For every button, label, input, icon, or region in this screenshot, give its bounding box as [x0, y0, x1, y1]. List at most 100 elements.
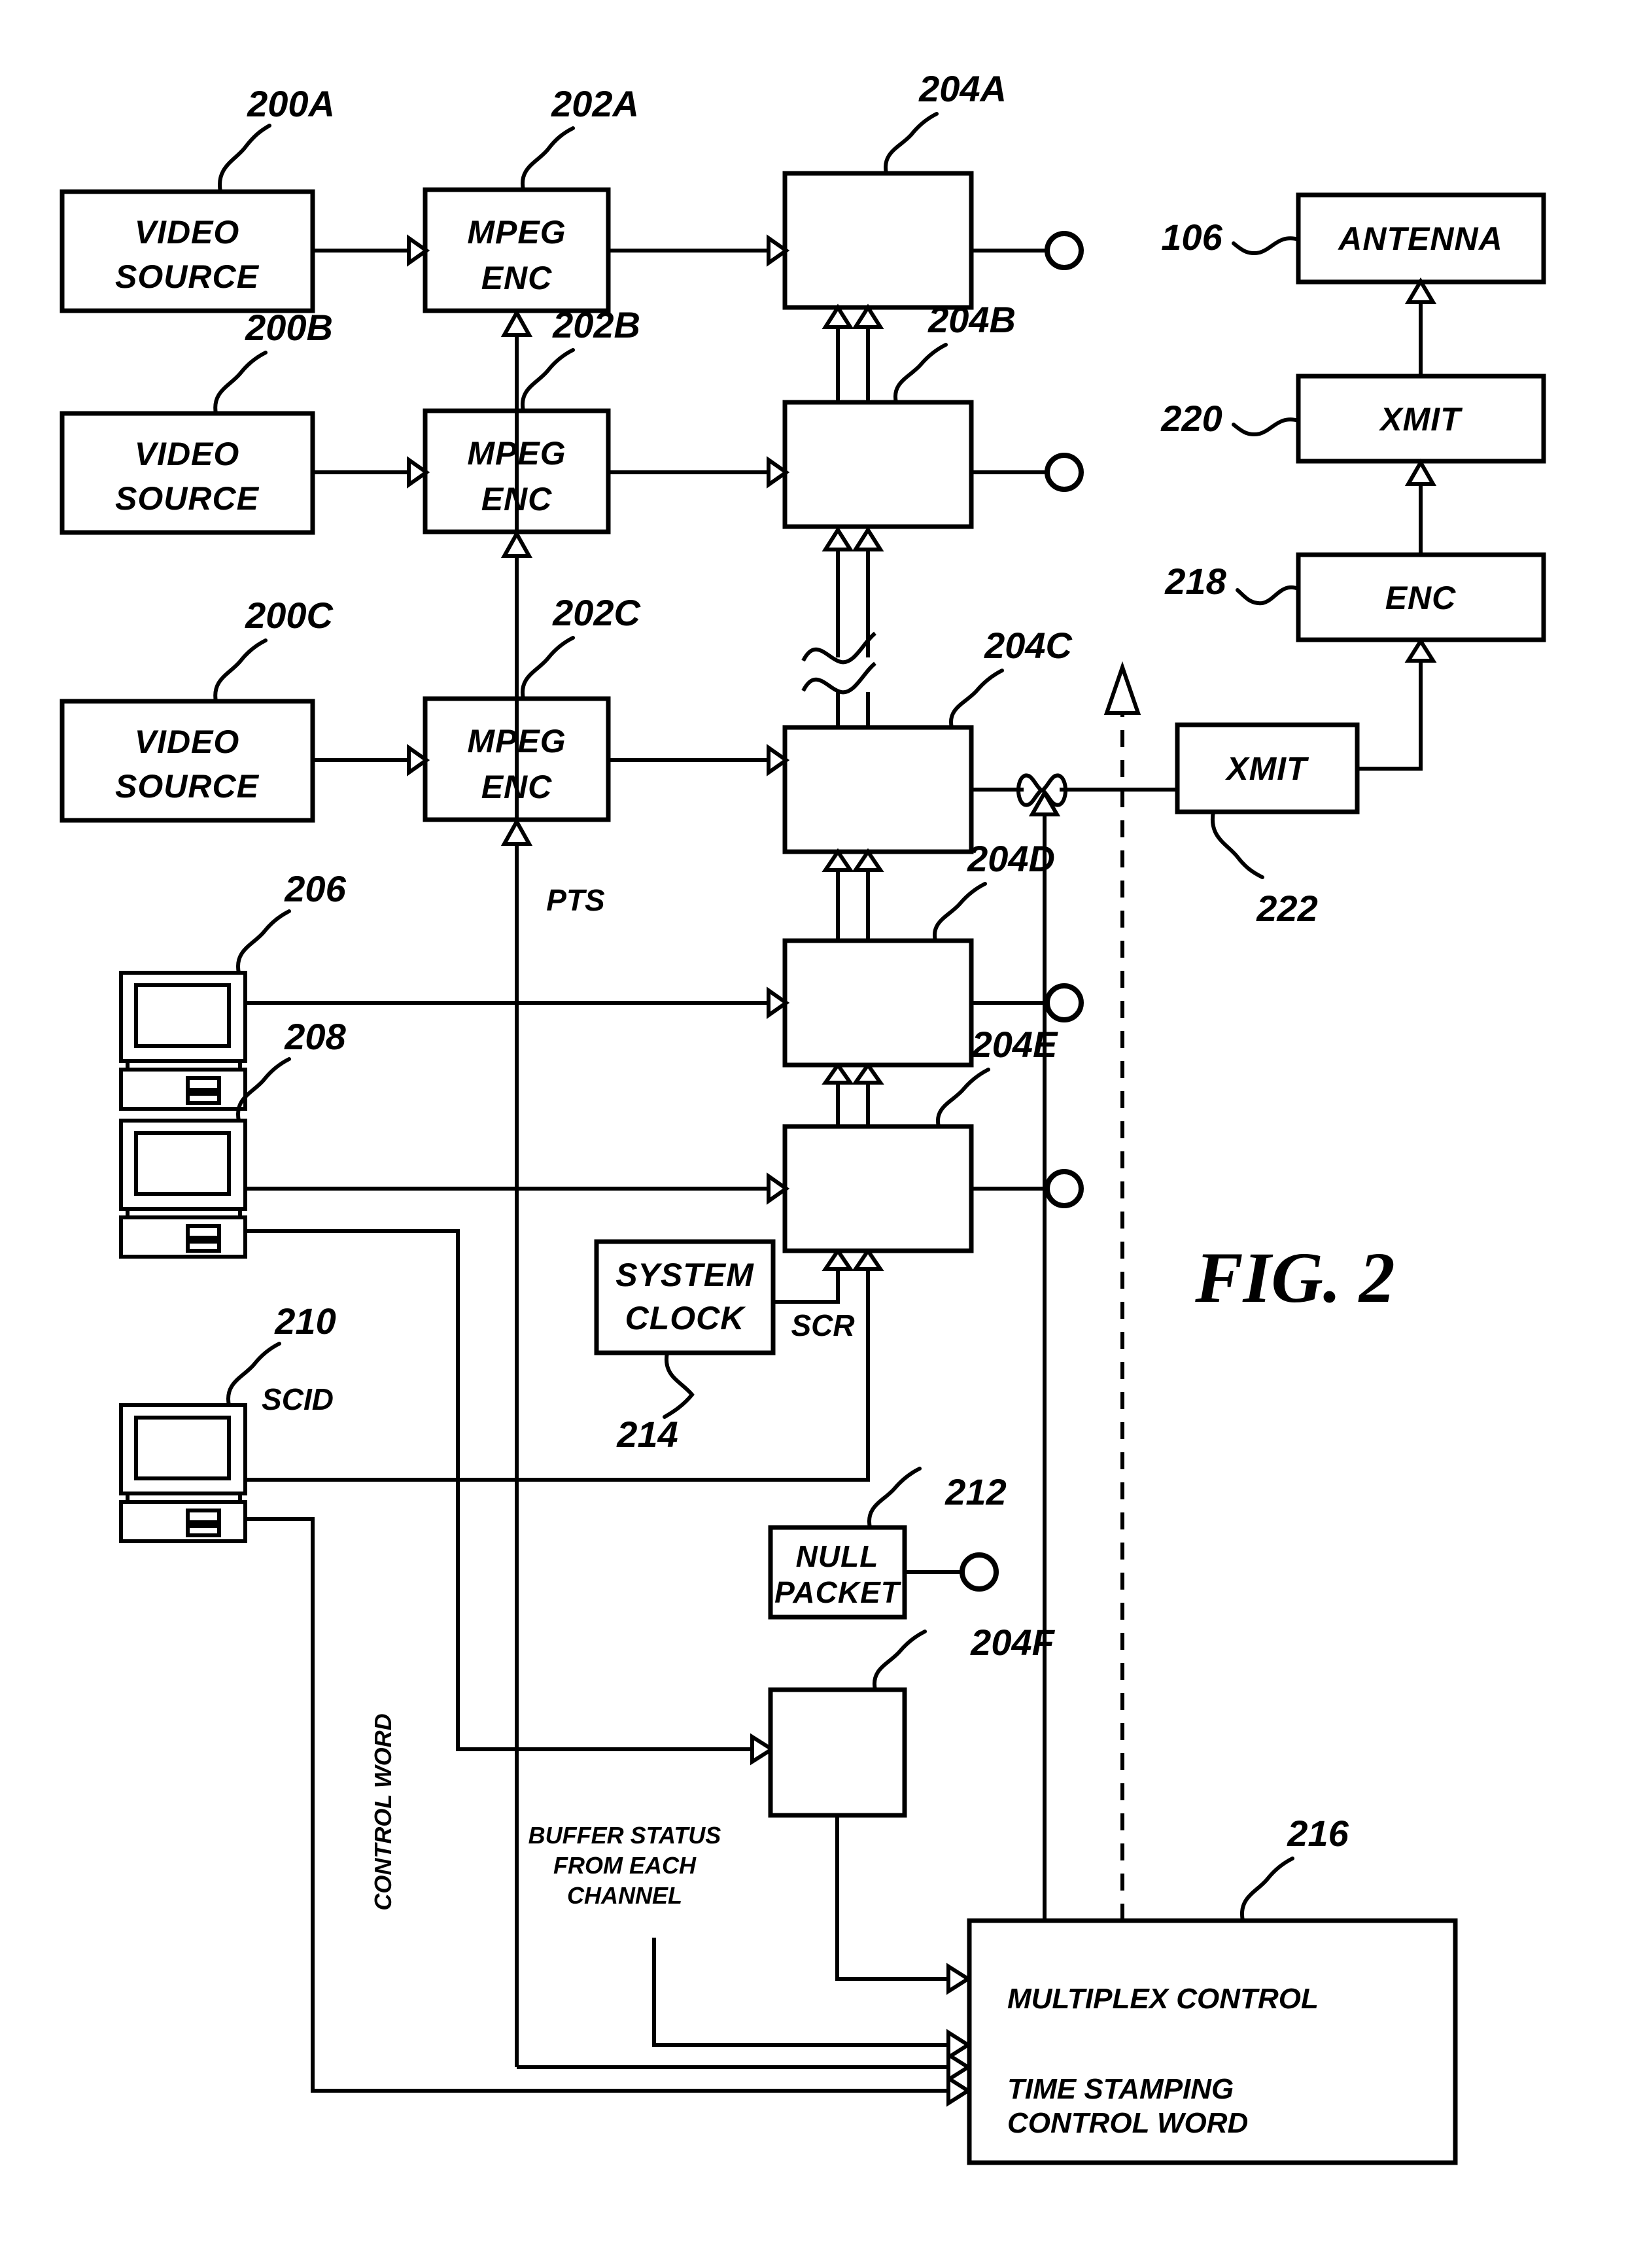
enc-label: XMIT	[1224, 750, 1309, 787]
arrowhead-204f-216	[946, 1963, 972, 1995]
ref-222: 220	[1160, 398, 1222, 439]
monitor-screen-208	[134, 1131, 231, 1196]
multiplex-control-label: MULTIPLEX CONTROL	[1007, 1983, 1319, 2015]
arrowhead-enc-mod	[1404, 637, 1437, 663]
channel-a-group: VIDEO SOURCE 200A MPEG ENC 202A 204A	[60, 68, 1084, 313]
multiplex-control-group: MULTIPLEX CONTROL TIME STAMPING CONTROL …	[967, 1813, 1458, 2165]
leader-202B	[520, 348, 575, 413]
floppy-slot-206	[186, 1076, 221, 1092]
leader-204A	[883, 112, 939, 175]
arrowhead-pts-202a	[500, 308, 533, 337]
ref-202B: 202B	[552, 304, 640, 345]
line-scr	[773, 1270, 840, 1304]
base-detail-210	[186, 1524, 221, 1537]
video-source-a-label-2: SOURCE	[115, 258, 260, 295]
output-terminal-204e	[1045, 1169, 1084, 1208]
leader-204F	[872, 1630, 927, 1692]
ref-200B: 200B	[245, 307, 333, 348]
computer-base-210	[119, 1500, 247, 1543]
packetizer-204d-box	[782, 938, 974, 1068]
floppy-slot-210	[186, 1509, 221, 1524]
figure-title: FIG. 2	[1194, 1238, 1395, 1317]
leader-218	[1210, 810, 1264, 879]
mpeg-enc-a-label-2: ENC	[481, 260, 553, 296]
floppy-slot-208	[186, 1224, 221, 1240]
video-source-b-label-1: VIDEO	[135, 436, 240, 472]
patent-figure-2: VIDEO SOURCE 200A MPEG ENC 202A 204A VID…	[0, 0, 1628, 2268]
line-buffer-status-to-216	[652, 1938, 948, 2047]
leader-200B	[213, 351, 268, 415]
leader-216	[1239, 1857, 1294, 1923]
packetizer-204a-box	[782, 171, 974, 310]
channel-c-group: VIDEO SOURCE 200C MPEG ENC 202C 204C	[60, 592, 1073, 854]
output-terminal-212	[960, 1552, 999, 1592]
arrowhead-buffer-status-216	[946, 2029, 972, 2061]
arrowhead-pts-202b	[500, 529, 533, 558]
leader-214	[663, 1351, 695, 1419]
leader-220	[1236, 585, 1300, 606]
leader-106	[1232, 236, 1300, 255]
line-enc-to-mod	[1357, 661, 1423, 771]
ref-106: 106	[1161, 217, 1222, 258]
ref-204B: 204B	[927, 299, 1016, 340]
ref-200C: 200C	[245, 595, 334, 636]
null-packet-label-1: NULL	[796, 1539, 879, 1573]
base-detail-208	[186, 1240, 221, 1253]
packetizer-204e-box	[782, 1124, 974, 1253]
null-packet-group: NULL PACKET 212	[768, 1467, 1007, 1620]
output-terminal-204b	[1045, 453, 1084, 492]
leader-200C	[213, 638, 268, 703]
base-detail-206	[186, 1092, 221, 1105]
ref-204F: 204F	[970, 1622, 1055, 1663]
ref-206: 206	[284, 868, 346, 909]
encryption-path-group: XMIT 222	[971, 637, 1437, 929]
buffer-status-line-1: BUFFER STATUS	[528, 1822, 721, 1849]
buffer-status-line-3: CHANNEL	[567, 1882, 682, 1909]
ref-202C: 202C	[552, 592, 641, 633]
buffer-status-group: BUFFER STATUS FROM EACH CHANNEL	[528, 1822, 972, 2061]
monitor-screen-210	[134, 1416, 231, 1480]
output-terminal-204a	[1045, 231, 1084, 270]
system-clock-group: SYSTEM CLOCK 214 SCR	[594, 1239, 855, 1455]
control-word-label: CONTROL WORD	[1007, 2107, 1248, 2139]
ref-216: 216	[1287, 1813, 1349, 1854]
leader-204C	[948, 669, 1004, 729]
leader-206	[235, 909, 291, 975]
control-word-vertical-label: CONTROL WORD	[370, 1713, 396, 1910]
null-packet-label-2: PACKET	[774, 1575, 902, 1609]
packetizer-204c-box	[782, 725, 974, 854]
system-clock-label-1: SYSTEM	[615, 1257, 754, 1293]
arrowhead-pts-202c	[500, 817, 533, 846]
ref-204D: 204D	[967, 838, 1055, 879]
scr-label: SCR	[791, 1308, 854, 1342]
ref-204E: 204E	[971, 1024, 1058, 1065]
leader-212	[867, 1467, 922, 1529]
leader-222	[1232, 417, 1300, 436]
leader-204B	[893, 343, 948, 404]
arrowhead-xmit-antenna	[1404, 277, 1437, 304]
transmit-chain-group: ANTENNA 106 XMIT 220 ENC 218	[1160, 192, 1546, 642]
leader-202C	[520, 636, 575, 701]
computer-base-208	[119, 1215, 247, 1259]
workstation-206: 206	[119, 868, 790, 1111]
scid-label: SCID	[262, 1382, 334, 1416]
ref-202A: 202A	[551, 83, 639, 124]
output-terminal-204d	[1045, 983, 1084, 1022]
scid-feedback-riser	[1028, 788, 1061, 1921]
time-stamping-label: TIME STAMPING	[1007, 2073, 1234, 2105]
leader-204E	[935, 1068, 990, 1128]
ref-204A: 204A	[918, 68, 1007, 109]
system-clock-label-2: CLOCK	[625, 1300, 747, 1336]
video-source-c-label-1: VIDEO	[135, 724, 240, 760]
packetizer-204f-box	[768, 1687, 907, 1818]
line-204f-to-216	[835, 1815, 948, 1981]
xmit-label: XMIT	[1378, 401, 1463, 438]
monitor-screen-206	[134, 983, 231, 1048]
ref-208: 208	[284, 1016, 346, 1057]
leader-202A	[520, 126, 575, 192]
ref-218: 222	[1256, 888, 1317, 929]
leader-204D	[932, 882, 987, 943]
leader-200A	[217, 124, 271, 194]
buffer-status-line-2: FROM EACH	[553, 1852, 697, 1879]
pts-label: PTS	[546, 883, 605, 917]
